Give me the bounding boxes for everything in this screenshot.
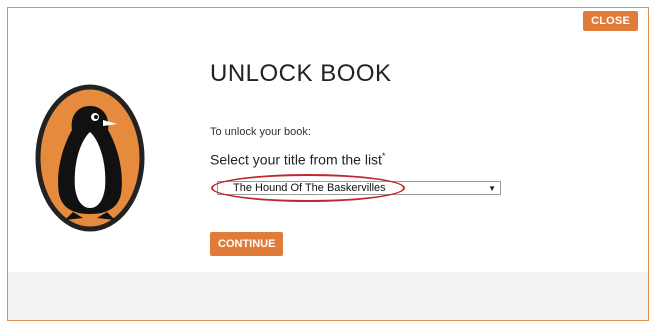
selected-title: The Hound Of The Baskervilles [233, 182, 386, 194]
select-label: Select your title from the list* [210, 151, 385, 168]
footer-band [8, 272, 648, 320]
select-label-text: Select your title from the list [210, 151, 382, 168]
chevron-down-icon[interactable]: ▼ [488, 182, 496, 195]
page-title: UNLOCK BOOK [210, 60, 392, 87]
unlock-book-dialog: CLOSE UNLOCK BOOK To unlock your book: S… [7, 7, 649, 321]
penguin-logo-icon [35, 84, 145, 232]
title-select[interactable]: The Hound Of The Baskervilles ▼ [217, 181, 501, 195]
intro-text: To unlock your book: [210, 126, 311, 138]
required-mark: * [381, 151, 386, 161]
continue-button[interactable]: CONTINUE [210, 232, 284, 256]
close-button[interactable]: CLOSE [583, 11, 638, 31]
